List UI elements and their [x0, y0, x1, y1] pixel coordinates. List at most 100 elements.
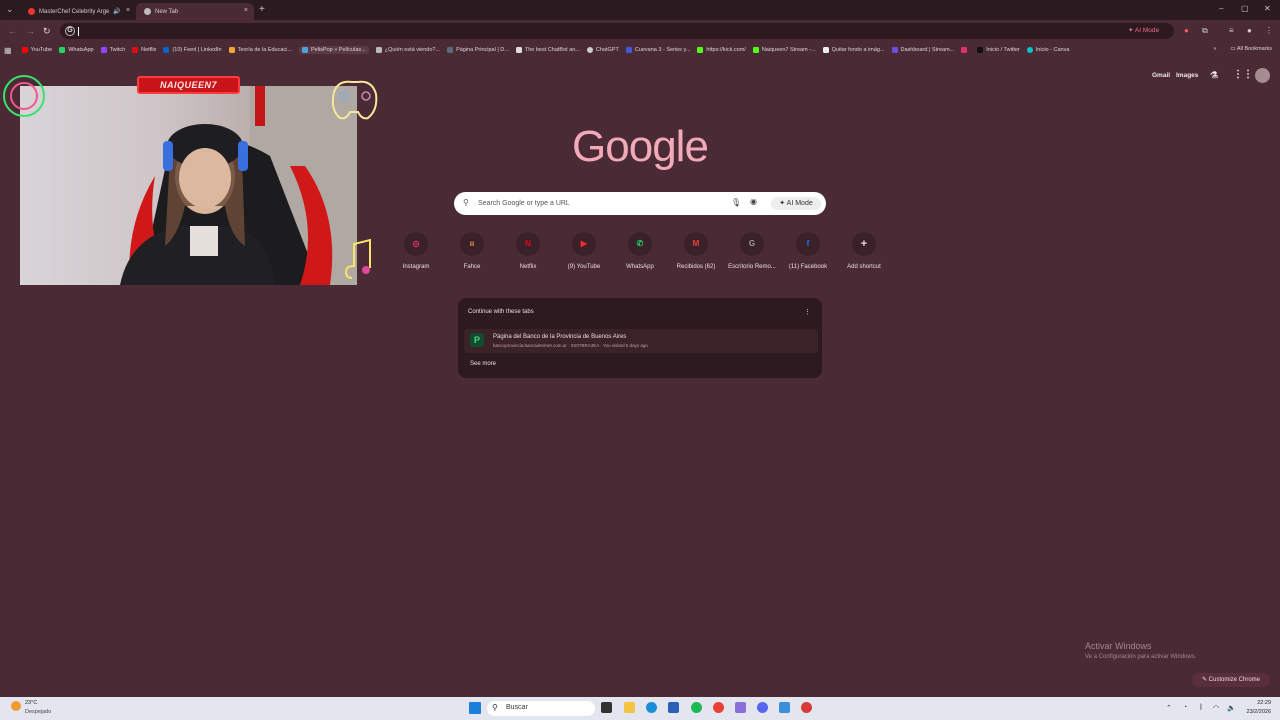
ai-mode-label: AI Mode: [786, 200, 813, 207]
back-icon[interactable]: ←: [8, 26, 17, 36]
ai-mode-button-top[interactable]: ✦ AI Mode: [1128, 26, 1159, 34]
bookmark-dashboard[interactable]: Dashboard | Stream...: [891, 47, 954, 53]
weather-temperature[interactable]: 23°C: [25, 700, 37, 706]
close-tab-icon[interactable]: ×: [126, 7, 130, 14]
search-icon: ⚲: [492, 703, 498, 712]
profile-icon[interactable]: ●: [1247, 26, 1252, 35]
weather-sun-icon[interactable]: [11, 701, 21, 711]
bookmark-cuevana[interactable]: Cuevana 3 - Series y...: [625, 47, 690, 53]
avatar[interactable]: [1255, 68, 1270, 83]
continue-tab-item[interactable]: [464, 329, 818, 353]
shortcut-escritorio-remoto[interactable]: G Escritorio Remo...: [724, 232, 780, 270]
customize-chrome-button[interactable]: ✎ Customize Chrome: [1192, 673, 1270, 687]
tray-bluetooth-icon[interactable]: ᛒ: [1199, 704, 1203, 711]
lens-icon[interactable]: ◉: [750, 197, 757, 206]
bookmark-twitter[interactable]: Inicio / Twitter: [977, 47, 1020, 53]
minimize-button[interactable]: –: [1219, 4, 1223, 13]
chrome-icon[interactable]: [713, 702, 724, 713]
bookmark-linkedin[interactable]: (10) Feed | LinkedIn: [163, 47, 222, 53]
shortcut-fahce[interactable]: ıı Fahce: [444, 232, 500, 270]
search-input[interactable]: Search Google or type a URL: [478, 200, 570, 207]
tray-chevron-icon[interactable]: ⌃: [1166, 704, 1172, 712]
menu-list-icon[interactable]: ≡: [1229, 26, 1234, 35]
bookmark-quitar-fondo[interactable]: Quitar fondo a imág...: [822, 47, 885, 53]
shortcut-whatsapp[interactable]: ✆ WhatsApp: [612, 232, 668, 270]
tab-search-chevron-icon[interactable]: ⌄: [6, 4, 16, 16]
globe-icon: [375, 47, 382, 53]
shortcut-gmail[interactable]: M Recibidos (62): [668, 232, 724, 270]
continue-tab-title[interactable]: Página del Banco de la Provincia de Buen…: [493, 334, 626, 340]
bookmark-chatgpt[interactable]: ChatGPT: [586, 47, 619, 53]
app-icon[interactable]: [735, 702, 746, 713]
see-more-link[interactable]: See more: [470, 361, 496, 367]
file-explorer-icon[interactable]: [624, 702, 635, 713]
tab-new-tab[interactable]: New Tab ×: [136, 3, 254, 20]
whatsapp-icon: [59, 47, 66, 53]
task-view-icon[interactable]: [601, 702, 612, 713]
canva-icon: [1026, 47, 1033, 53]
edge-icon[interactable]: [646, 702, 657, 713]
bookmark-youtube[interactable]: YouTube: [21, 47, 52, 53]
maximize-button[interactable]: ▢: [1241, 4, 1249, 13]
pencil-icon: ✎: [1201, 677, 1209, 683]
clock-time[interactable]: 22:29: [1243, 700, 1271, 706]
close-window-button[interactable]: ✕: [1264, 4, 1271, 13]
bookmark-kick[interactable]: https://kick.com/: [697, 47, 746, 53]
streamer-figure: [120, 86, 357, 285]
bookmark-instagram[interactable]: [961, 47, 970, 53]
store-icon[interactable]: [668, 702, 679, 713]
reload-icon[interactable]: ↻: [43, 26, 51, 37]
audio-icon[interactable]: 🔊: [113, 8, 120, 15]
bookmark-netflix[interactable]: Netflix: [132, 47, 156, 53]
close-tab-icon[interactable]: ×: [244, 7, 248, 14]
bookmark-twitch[interactable]: Twitch: [100, 47, 125, 53]
volume-icon[interactable]: 🔈: [1227, 704, 1236, 712]
tab-masterchef[interactable]: MasterChef Celebrity Arge 🔊 ×: [20, 3, 136, 20]
bookmark-pelispop[interactable]: PelisPop » Películas...: [298, 46, 369, 54]
forward-icon[interactable]: →: [26, 26, 35, 36]
shortcut-netflix[interactable]: N Netflix: [500, 232, 556, 270]
spotify-icon[interactable]: [691, 702, 702, 713]
shortcut-youtube[interactable]: ▶ (9) YouTube: [556, 232, 612, 270]
bookmark-teoria[interactable]: Teoría de la Educaci...: [228, 47, 292, 53]
app-shield-icon[interactable]: [779, 702, 790, 713]
chevron-right-icon[interactable]: »: [1213, 46, 1216, 52]
new-tab-button[interactable]: +: [259, 4, 265, 15]
windows-start-icon[interactable]: [469, 702, 481, 714]
ai-mode-button[interactable]: ✦ AI Mode: [771, 197, 821, 210]
weather-description[interactable]: Despejado: [25, 709, 51, 715]
apps-icon[interactable]: ▦: [4, 46, 12, 55]
clock-date[interactable]: 23/2/2026: [1243, 709, 1271, 715]
microphone-icon[interactable]: 🎙: [731, 198, 741, 207]
tray-app-icon[interactable]: ◔: [1183, 704, 1187, 711]
bookmark-quien-esta-viendo[interactable]: ¿Quién está viendo?...: [375, 47, 440, 53]
shortcut-instagram[interactable]: ◎ Instagram: [388, 232, 444, 270]
shortcut-facebook[interactable]: f (11) Facebook: [780, 232, 836, 270]
bookmark-label: PelisPop » Películas...: [310, 47, 366, 53]
discord-icon[interactable]: [757, 702, 768, 713]
cuevana-icon: [625, 47, 632, 53]
search-icon: ⚲: [463, 198, 469, 207]
labs-flask-icon[interactable]: ⚗: [1210, 70, 1218, 81]
obs-icon[interactable]: [801, 702, 812, 713]
bookmark-chatbot[interactable]: The best ChatBot an...: [515, 47, 580, 53]
bookmark-label: Teoría de la Educaci...: [237, 47, 292, 53]
extensions-icon[interactable]: ⧉: [1202, 26, 1208, 36]
more-vert-icon[interactable]: ⋮: [804, 308, 811, 316]
gmail-link[interactable]: Gmail: [1152, 72, 1170, 79]
images-link[interactable]: Images: [1176, 72, 1198, 79]
record-icon[interactable]: ●: [1184, 26, 1189, 35]
address-bar[interactable]: [60, 23, 1174, 39]
bookmark-label: https://kick.com/: [706, 47, 746, 53]
bookmark-canva[interactable]: Inicio - Canva: [1026, 47, 1069, 53]
bookmark-naiqueen-stream[interactable]: Naiqueen7 Stream -...: [752, 47, 816, 53]
wifi-icon[interactable]: ◠: [1213, 704, 1219, 712]
shortcut-add[interactable]: + Add shortcut: [836, 232, 892, 270]
stream-name-banner: NAIQUEEN7: [137, 76, 240, 94]
bookmark-pagina-principal[interactable]: Página Principal | D...: [447, 47, 509, 53]
taskbar-search[interactable]: [487, 701, 595, 716]
all-bookmarks-button[interactable]: » ▭ All Bookmarks: [1213, 46, 1272, 52]
more-menu-icon[interactable]: ⋮: [1265, 26, 1273, 35]
bookmark-whatsapp[interactable]: WhatsApp: [59, 47, 94, 53]
remote-desktop-icon: G: [740, 232, 764, 256]
